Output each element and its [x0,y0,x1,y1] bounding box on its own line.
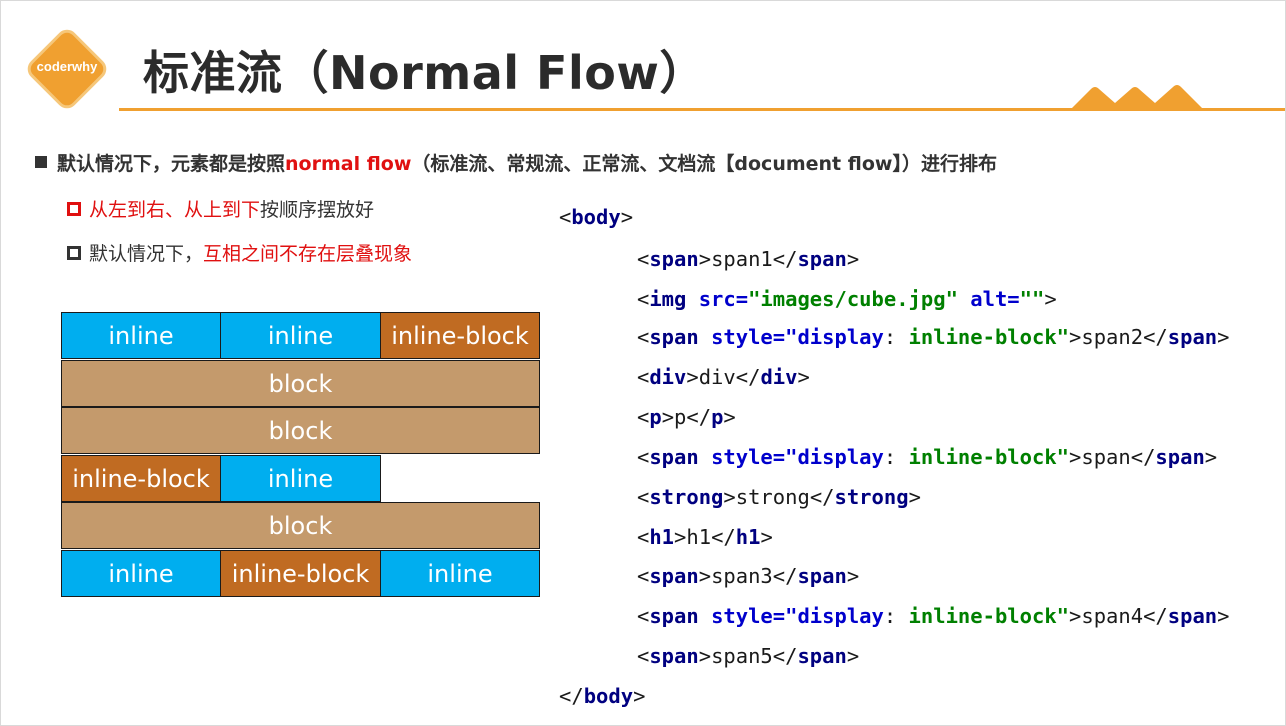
sub-bullet-1: 从左到右、从上到下按顺序摆放好 [67,195,374,222]
diagram-inline-box: inline [61,550,221,597]
code-line-span: <span style="display: inline-block">span… [637,445,1218,469]
code-line-span2: <span style="display: inline-block">span… [637,325,1230,349]
diagram-inline-box: inline [220,312,381,359]
diagram-inline-block-box: inline-block [220,550,381,597]
mountains-decoration [1069,85,1205,111]
sub-bullet-2-highlight: 互相之间不存在层叠现象 [203,243,413,265]
bullet-square-icon [35,156,47,168]
code-line-span3: <span>span3</span> [637,564,860,588]
diagram-inline-block-box: inline-block [380,312,540,359]
main-bullet: 默认情况下，元素都是按照normal flow（标准流、常规流、正常流、文档流【… [35,149,997,176]
code-line-img: <img src="images/cube.jpg" alt=""> [637,287,1057,311]
hollow-square-icon [67,202,81,216]
code-line-span4: <span style="display: inline-block">span… [637,604,1230,628]
code-line-strong: <strong>strong</strong> [637,485,921,509]
diagram-block-box: block [61,407,540,454]
code-line-div: <div>div</div> [637,365,810,389]
slide: coderwhy 标准流（Normal Flow） 默认情况下，元素都是按照no… [0,0,1286,726]
sub-bullet-2-text: 默认情况下， [89,243,204,265]
diagram-inline-block-box: inline-block [61,455,221,502]
page-title: 标准流（Normal Flow） [143,46,706,100]
diagram-inline-box: inline [380,550,540,597]
logo-text: coderwhy [36,59,98,74]
sub-bullet-1-text: 按顺序摆放好 [260,199,375,221]
coderwhy-logo: coderwhy [27,29,107,109]
diagram-inline-box: inline [220,455,381,502]
main-bullet-highlight: normal flow [285,153,412,175]
diagram-block-box: block [61,502,540,549]
code-line-body-open: <body> [559,205,634,229]
normal-flow-diagram: inline inline inline-block block block i… [61,312,541,600]
code-line-body-close: </body> [559,684,646,708]
code-line-span1: <span>span1</span> [637,247,860,271]
main-bullet-suffix: （标准流、常规流、正常流、文档流【document flow】）进行排布 [411,153,997,175]
code-line-p: <p>p</p> [637,405,736,429]
diagram-block-box: block [61,360,540,407]
sub-bullet-1-highlight: 从左到右、从上到下 [89,199,261,221]
code-line-span5: <span>span5</span> [637,644,860,668]
code-line-h1: <h1>h1</h1> [637,525,773,549]
hollow-square-icon [67,246,81,260]
sub-bullet-2: 默认情况下，互相之间不存在层叠现象 [67,239,412,266]
diagram-inline-box: inline [61,312,221,359]
main-bullet-text: 默认情况下，元素都是按照 [57,153,286,175]
